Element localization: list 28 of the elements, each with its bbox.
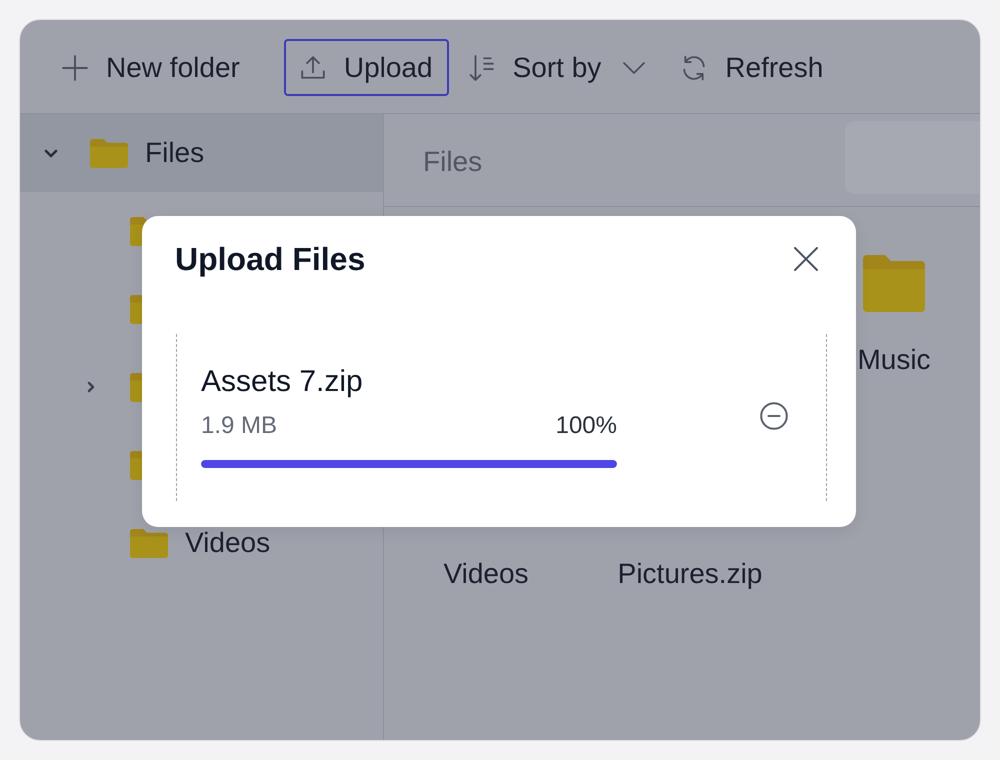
- sort-button[interactable]: Sort by: [452, 39, 662, 96]
- file-name[interactable]: Pictures.zip: [618, 560, 762, 588]
- upload-button[interactable]: Upload: [284, 39, 449, 96]
- dialog-title: Upload Files: [175, 241, 366, 277]
- tree-item[interactable]: Files: [20, 114, 383, 192]
- minus-circle-icon: [760, 402, 788, 430]
- chevron-down-icon: [623, 62, 646, 74]
- upload-icon: [300, 54, 326, 80]
- file-size: 1.9 MB: [201, 411, 278, 440]
- tree-item[interactable]: Videos: [20, 504, 383, 582]
- close-icon: [794, 247, 818, 271]
- folder-icon: [90, 138, 128, 168]
- upload-file-name: Assets 7.zip: [201, 364, 364, 399]
- chevron-right-icon[interactable]: [87, 381, 95, 393]
- folder-icon: [863, 254, 925, 312]
- new-folder-button[interactable]: New folder: [46, 39, 256, 96]
- chevron-down-icon[interactable]: [44, 148, 58, 158]
- close-button[interactable]: [794, 247, 818, 271]
- refresh-icon: [681, 54, 708, 80]
- input-field[interactable]: [845, 120, 980, 194]
- remove-button[interactable]: [760, 402, 788, 430]
- progress-percent: 100%: [556, 411, 617, 440]
- folder-icon: [130, 528, 168, 558]
- plus-icon: [62, 54, 88, 80]
- file-name[interactable]: Videos: [443, 560, 529, 588]
- sort-icon: [468, 54, 495, 80]
- file-name[interactable]: Music: [857, 346, 931, 374]
- refresh-button[interactable]: Refresh: [665, 39, 840, 96]
